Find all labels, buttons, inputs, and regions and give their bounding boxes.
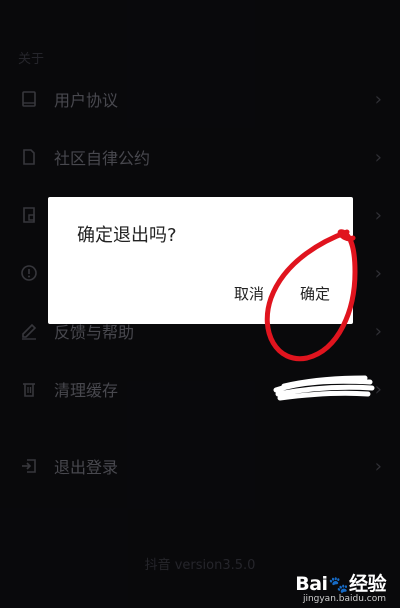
watermark-brand-left: Bai — [295, 573, 328, 595]
dialog-title: 确定退出吗? — [77, 225, 177, 246]
paw-icon: 🐾 — [328, 575, 349, 594]
annotation-circle — [264, 229, 358, 362]
watermark-url: jingyan.baidu.com — [302, 594, 386, 604]
watermark-brand-right: 经验 — [348, 573, 387, 595]
redaction-scribble — [273, 375, 375, 401]
baidu-jingyan-watermark: Bai🐾经验 jingyan.baidu.com — [295, 569, 386, 604]
